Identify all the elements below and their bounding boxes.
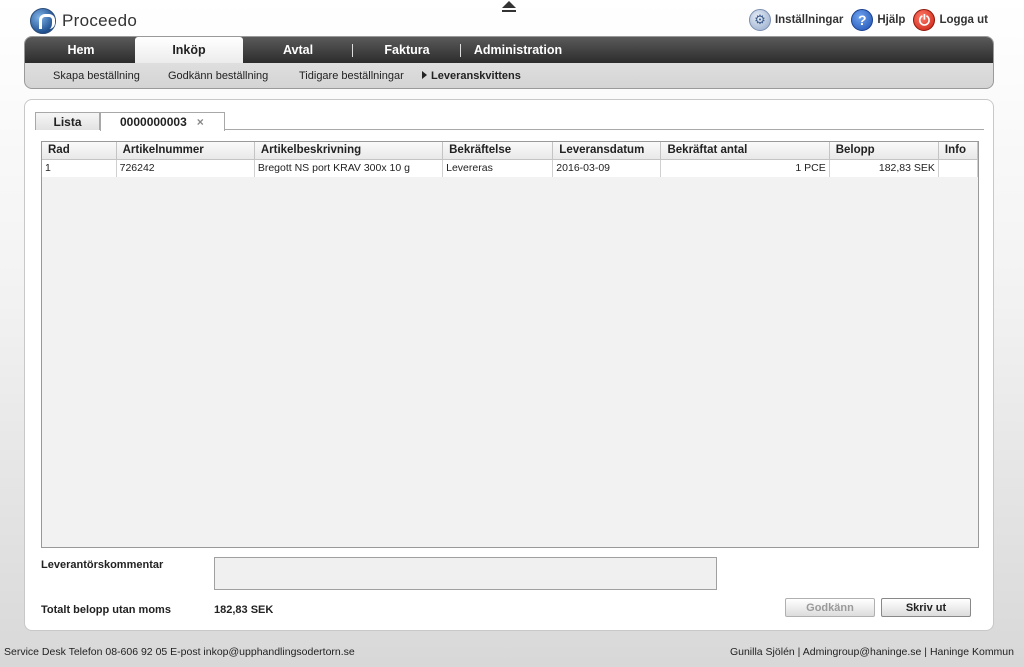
tab-lista-label: Lista: [53, 114, 82, 129]
settings-link[interactable]: ⚙ Inställningar: [748, 9, 844, 31]
total-amount-label: Totalt belopp utan moms: [41, 604, 171, 616]
tab-order-label: 0000000003: [120, 115, 187, 129]
delivery-table: Rad Artikelnummer Artikelbeskrivning Bek…: [42, 142, 979, 177]
cell-bekraftelse[interactable]: Levereras: [442, 159, 554, 177]
supplier-comment-label: Leverantörskommentar: [41, 559, 164, 571]
tab-avtal[interactable]: Avtal: [255, 37, 341, 63]
main-navigation: Hem Inköp Avtal Faktura Administration S…: [24, 36, 994, 89]
col-info[interactable]: Info: [938, 142, 979, 160]
help-label: Hjälp: [877, 14, 906, 26]
panel-tabstrip: Lista 0000000003 ×: [35, 112, 984, 131]
print-button[interactable]: Skriv ut: [881, 598, 971, 617]
top-links: ⚙ Inställningar ? Hjälp ⏻ Logga ut: [748, 9, 988, 31]
table-header-row: Rad Artikelnummer Artikelbeskrivning Bek…: [42, 142, 979, 160]
logout-link[interactable]: ⏻ Logga ut: [913, 9, 988, 31]
tab-hem[interactable]: Hem: [39, 37, 123, 63]
subnav-godkann-bestallning[interactable]: Godkänn beställning: [168, 70, 268, 82]
total-amount-value: 182,83 SEK: [214, 604, 274, 616]
col-belopp[interactable]: Belopp: [829, 142, 939, 160]
footer-user-info: Gunilla Sjölén | Admingroup@haninge.se |…: [729, 646, 1014, 658]
footer-contact: Service Desk Telefon 08-606 92 05 E-post…: [4, 646, 355, 658]
subnav-leveranskvittens[interactable]: Leveranskvittens: [422, 70, 521, 82]
cell-rad: 1: [42, 159, 117, 177]
tab-order[interactable]: 0000000003 ×: [100, 112, 225, 131]
cell-belopp: 182,83 SEK: [829, 159, 939, 177]
power-icon: ⏻: [913, 9, 936, 31]
main-panel: Lista 0000000003 × Rad Artikelnummer Art…: [24, 99, 994, 631]
col-leveransdatum[interactable]: Leveransdatum: [552, 142, 662, 160]
collapse-header-icon[interactable]: [501, 0, 517, 14]
tab-lista[interactable]: Lista: [35, 112, 100, 130]
nav-divider: [460, 44, 461, 57]
close-tab-icon[interactable]: ×: [197, 115, 204, 129]
settings-icon: ⚙: [748, 9, 771, 31]
col-rad[interactable]: Rad: [42, 142, 117, 160]
nav-divider: [352, 44, 353, 57]
table-row[interactable]: 1 726242 Bregott NS port KRAV 300x 10 g …: [42, 159, 979, 177]
cell-artikelnummer: 726242: [116, 159, 255, 177]
approve-button[interactable]: Godkänn: [785, 598, 875, 617]
subnav-tidigare-bestallningar[interactable]: Tidigare beställningar: [299, 70, 404, 82]
app-title: Proceedo: [62, 11, 138, 30]
footer: Service Desk Telefon 08-606 92 05 E-post…: [0, 643, 1024, 663]
col-bekraftelse[interactable]: Bekräftelse: [442, 142, 554, 160]
proceedo-logo-icon: [30, 8, 56, 34]
delivery-grid: Rad Artikelnummer Artikelbeskrivning Bek…: [41, 141, 979, 548]
help-icon: ?: [851, 9, 874, 31]
supplier-comment-field[interactable]: [214, 557, 717, 590]
app-logo: Proceedo: [30, 8, 137, 34]
tab-faktura[interactable]: Faktura: [365, 37, 449, 63]
logout-label: Logga ut: [939, 14, 988, 26]
cell-info[interactable]: [938, 159, 979, 177]
col-artikelbeskrivning[interactable]: Artikelbeskrivning: [254, 142, 444, 160]
subnav-skapa-bestallning[interactable]: Skapa beställning: [53, 70, 140, 82]
tab-administration[interactable]: Administration: [468, 37, 568, 63]
settings-label: Inställningar: [774, 14, 844, 26]
help-link[interactable]: ? Hjälp: [851, 9, 905, 31]
tab-inkop[interactable]: Inköp: [135, 37, 243, 63]
cell-artikelbeskrivning: Bregott NS port KRAV 300x 10 g: [254, 159, 444, 177]
cell-leveransdatum[interactable]: 2016-03-09: [552, 159, 662, 177]
cell-bekraftat-antal[interactable]: 1 PCE: [660, 159, 830, 177]
col-bekraftat-antal[interactable]: Bekräftat antal: [660, 142, 830, 160]
col-artikelnummer[interactable]: Artikelnummer: [116, 142, 255, 160]
